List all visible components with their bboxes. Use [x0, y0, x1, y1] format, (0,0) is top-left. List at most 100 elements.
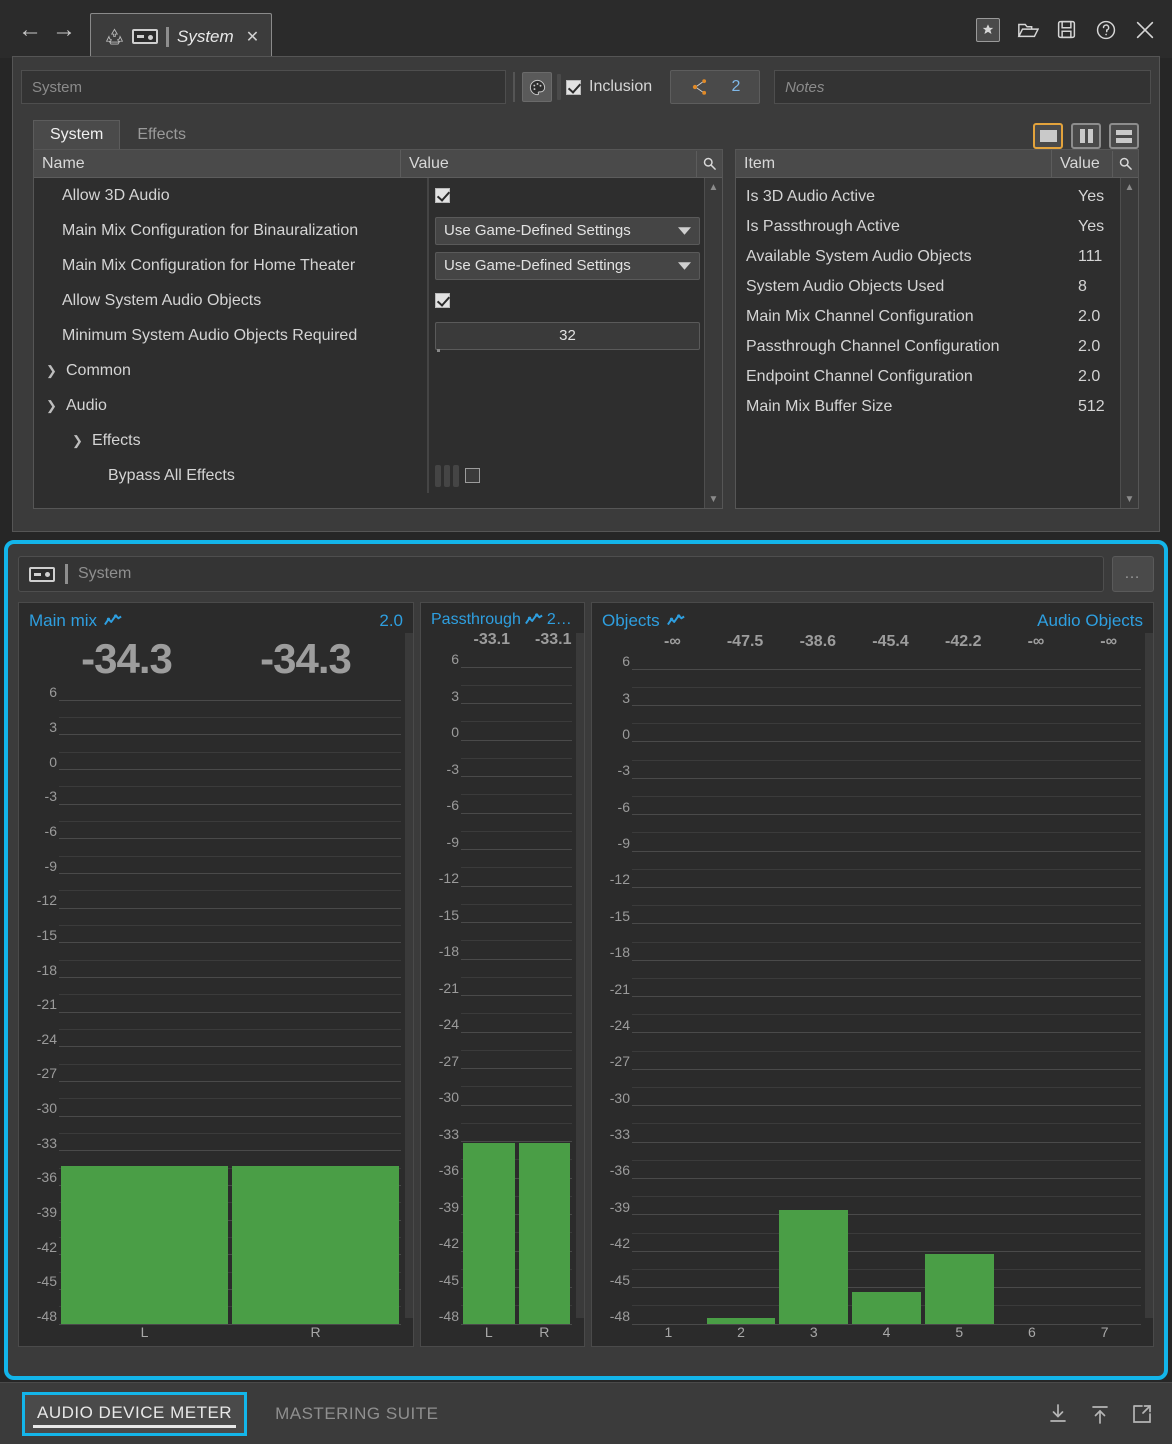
home-theater-combo[interactable]: Use Game-Defined Settings [435, 251, 700, 280]
table-row[interactable]: Minimum System Audio Objects Required 32 [34, 318, 722, 353]
table-row[interactable]: Passthrough Channel Configuration 2.0 [736, 332, 1138, 362]
split-vertical-view-button[interactable] [1071, 123, 1101, 149]
bar-cell[interactable] [461, 649, 517, 1324]
property-table-scrollbar[interactable]: ▲ ▼ [704, 178, 722, 508]
dock-up-icon[interactable] [1088, 1402, 1112, 1426]
objects-link[interactable]: Audio Objects [1037, 611, 1143, 631]
scroll-down-icon[interactable]: ▼ [1121, 490, 1138, 508]
allow-3d-audio-checkbox[interactable] [435, 188, 450, 203]
passthrough-scrollbar[interactable] [576, 633, 584, 1318]
bar-cell[interactable] [850, 651, 923, 1324]
column-header-value[interactable]: Value [1052, 150, 1112, 177]
notes-field[interactable]: Notes [774, 70, 1151, 104]
footer-tab-mastering-suite[interactable]: MASTERING SUITE [275, 1404, 438, 1424]
meter-device-bar: System … [18, 556, 1154, 592]
binauralization-combo[interactable]: Use Game-Defined Settings [435, 216, 700, 245]
objects-scrollbar[interactable] [1145, 633, 1153, 1318]
table-row[interactable]: Is 3D Audio Active Yes [736, 182, 1138, 212]
scroll-up-icon[interactable]: ▲ [705, 178, 722, 196]
axis-tick-label: -33 [438, 1125, 459, 1142]
allow-system-audio-objects-checkbox[interactable] [435, 293, 450, 308]
table-row-group-common[interactable]: ❯ Common [34, 353, 722, 388]
table-row[interactable]: Allow System Audio Objects [34, 283, 722, 318]
passthrough-peak-r: -33.1 [535, 631, 572, 648]
bar-cell[interactable] [996, 651, 1069, 1324]
close-icon[interactable] [1134, 19, 1156, 41]
tab-system[interactable]: System [33, 120, 121, 149]
chevron-down-icon[interactable]: ❯ [46, 398, 58, 414]
bar-cell[interactable] [705, 651, 778, 1324]
line-chart-icon[interactable] [524, 613, 543, 627]
axis-tick-label: -6 [44, 822, 57, 839]
table-row[interactable]: Main Mix Configuration for Binauralizati… [34, 213, 722, 248]
table-row[interactable]: Main Mix Buffer Size 512 [736, 392, 1138, 422]
help-icon[interactable] [1095, 19, 1117, 41]
bar-cell[interactable] [777, 651, 850, 1324]
column-header-name[interactable]: Name [34, 150, 401, 177]
table-row-group-audio[interactable]: ❯ Audio [34, 388, 722, 423]
save-icon[interactable] [1056, 19, 1078, 41]
bar-cell[interactable] [517, 649, 573, 1324]
table-row-group-effects[interactable]: ❯ Effects [34, 423, 722, 458]
color-palette-button[interactable] [522, 72, 552, 102]
pop-out-icon[interactable] [1130, 1402, 1154, 1426]
minimum-system-audio-objects-field[interactable]: 32 [435, 321, 700, 352]
table-row[interactable]: Is Passthrough Active Yes [736, 212, 1138, 242]
axis-tick-label: -12 [609, 871, 630, 888]
table-row[interactable]: Main Mix Configuration for Home Theater … [34, 248, 722, 283]
footer-tab-audio-device-meter[interactable]: AUDIO DEVICE METER [22, 1391, 248, 1436]
close-icon[interactable]: ✕ [246, 27, 259, 47]
scroll-up-icon[interactable]: ▲ [1121, 178, 1138, 196]
bar-cell[interactable] [1068, 651, 1141, 1324]
object-header-row: System Inclusion 2 Notes [21, 67, 1151, 107]
scroll-down-icon[interactable]: ▼ [705, 490, 722, 508]
axis-tick-label: -45 [609, 1271, 630, 1288]
chevron-down-icon[interactable]: ❯ [72, 433, 84, 449]
line-chart-icon[interactable] [104, 614, 122, 628]
single-pane-view-button[interactable] [1033, 123, 1063, 149]
tab-effects[interactable]: Effects [120, 120, 203, 149]
dock-down-icon[interactable] [1046, 1402, 1070, 1426]
star-boxed-icon[interactable] [976, 18, 1000, 42]
open-folder-icon[interactable] [1017, 19, 1040, 41]
chevron-right-icon[interactable]: ❯ [46, 363, 58, 379]
column-header-value[interactable]: Value [401, 150, 696, 177]
share-set-button[interactable]: 2 [670, 70, 761, 104]
search-icon[interactable] [696, 150, 722, 177]
active-indicator [33, 1424, 237, 1428]
split-horizontal-view-button[interactable] [1109, 123, 1139, 149]
table-row[interactable]: Allow 3D Audio [34, 178, 722, 213]
column-header-item[interactable]: Item [736, 150, 1052, 177]
axis-tick-label: -24 [36, 1030, 57, 1047]
document-tab[interactable]: System ✕ [90, 13, 273, 59]
main-mix-config: 2.0 [379, 611, 403, 630]
bar-cell[interactable] [230, 683, 401, 1324]
table-row[interactable]: Available System Audio Objects 111 [736, 242, 1138, 272]
arrow-right-icon[interactable]: → [52, 18, 76, 42]
object-name-field[interactable]: System [21, 70, 506, 104]
axis-tick-label: 6 [451, 651, 459, 668]
bar-cell[interactable] [59, 683, 230, 1324]
meter-device-field[interactable]: System [18, 556, 1104, 592]
axis-tick-label: 0 [622, 725, 630, 742]
inclusion-checkbox[interactable] [566, 79, 581, 95]
bar-cell[interactable] [923, 651, 996, 1324]
table-row[interactable]: System Audio Objects Used 8 [736, 272, 1138, 302]
table-row[interactable]: Bypass All Effects [34, 458, 722, 493]
axis-tick-label: -42 [36, 1238, 57, 1255]
search-icon[interactable] [1112, 150, 1138, 177]
table-row[interactable]: Main Mix Channel Configuration 2.0 [736, 302, 1138, 332]
line-chart-icon[interactable] [666, 614, 685, 628]
main-mix-header: Main mix 2.0 [19, 603, 413, 633]
info-table-scrollbar[interactable]: ▲ ▼ [1120, 178, 1138, 508]
main-mix-scrollbar[interactable] [405, 633, 413, 1318]
meter-options-button[interactable]: … [1112, 556, 1154, 592]
axis-tick-label: -42 [609, 1235, 630, 1252]
bypass-all-effects-checkbox[interactable] [465, 468, 480, 483]
info-item: Endpoint Channel Configuration [746, 368, 973, 385]
axis-tick-label: -39 [609, 1198, 630, 1215]
bar-cell[interactable] [632, 651, 705, 1324]
axis-tick-label: -30 [438, 1089, 459, 1106]
arrow-left-icon[interactable]: ← [18, 18, 42, 42]
table-row[interactable]: Endpoint Channel Configuration 2.0 [736, 362, 1138, 392]
